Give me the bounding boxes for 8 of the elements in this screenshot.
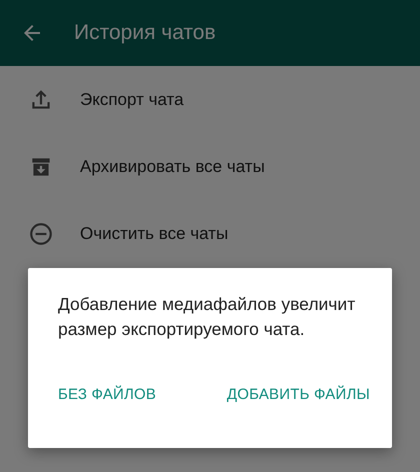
- settings-item[interactable]: Архивировать все чаты: [80, 154, 265, 180]
- settings-item[interactable]: Экспорт чата: [80, 86, 184, 112]
- dialog-button[interactable]: БЕЗ ФАЙЛОВ: [54, 380, 160, 410]
- dialog-message: Добавление медиафайлов увеличит размер экспортируемого чата.: [58, 293, 356, 341]
- minus-circle-icon: [28, 220, 54, 246]
- screen-title: История чатов: [74, 20, 216, 46]
- dialog-button[interactable]: ДОБАВИТЬ ФАЙЛЫ: [222, 380, 374, 410]
- settings-item[interactable]: Очистить все чаты: [80, 220, 228, 246]
